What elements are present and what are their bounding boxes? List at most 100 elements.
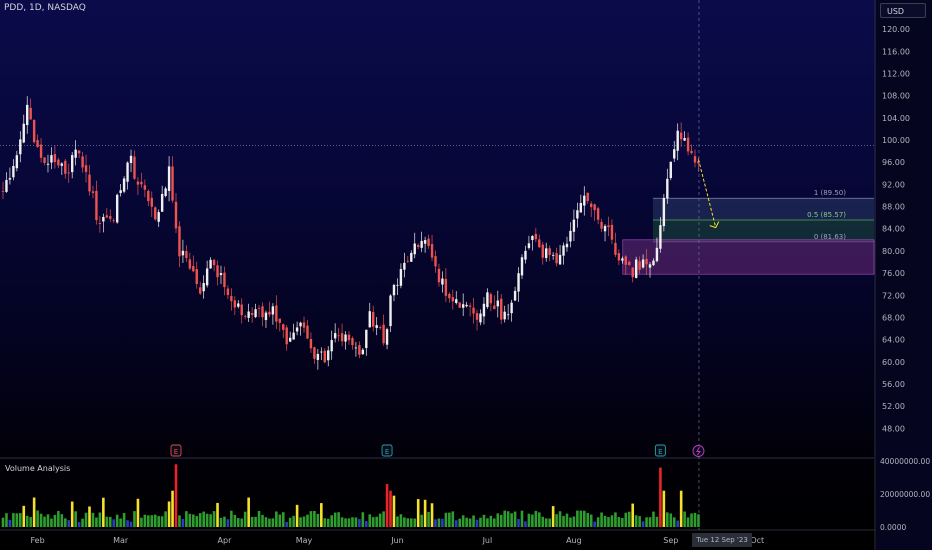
candle-body — [382, 324, 385, 344]
candle-body — [410, 252, 413, 262]
volume-bar — [185, 511, 188, 527]
candle-body — [157, 212, 160, 222]
candle-body — [437, 268, 441, 283]
volume-bar — [531, 514, 534, 527]
candle-body — [60, 163, 64, 166]
candle-body — [8, 178, 12, 180]
volume-bar — [46, 514, 50, 527]
price-chart[interactable]: 1 (89.50)0.5 (85.57)0 (81.63)120.00116.0… — [0, 0, 932, 550]
volume-bar — [43, 516, 46, 527]
candle-body — [617, 253, 621, 261]
volume-bar — [562, 515, 565, 527]
volume-bar — [399, 514, 403, 527]
volume-bar — [257, 510, 261, 527]
candle-body — [378, 327, 382, 328]
candle-body — [282, 324, 285, 330]
volume-bar — [340, 517, 344, 527]
volume-bar — [254, 516, 257, 527]
volume-bar — [389, 490, 392, 527]
volume-bar — [548, 518, 551, 527]
volume-indicator-title[interactable]: Volume Analysis — [5, 464, 70, 473]
chart-window[interactable]: 1 (89.50) 0.5 (85.57) 0 (81.63) 120.00 116.0… — [0, 0, 932, 550]
candle-body — [150, 197, 153, 207]
volume-bar — [690, 513, 693, 527]
currency-button[interactable]: USD — [880, 3, 926, 18]
volume-bar — [164, 511, 167, 527]
candle-body — [634, 259, 638, 278]
volume-bar — [551, 506, 555, 527]
volume-bar — [569, 517, 572, 527]
candle-body — [423, 240, 427, 244]
volume-bar — [160, 516, 164, 527]
volume-bar — [520, 510, 524, 527]
volume-tick-label: 20000000.00 — [880, 490, 930, 499]
volume-bar — [309, 511, 313, 527]
y-tick-label: 80.00 — [882, 247, 905, 256]
candle-body — [32, 120, 36, 143]
candle-body — [486, 292, 489, 308]
candle-body — [167, 166, 171, 191]
volume-bar — [448, 512, 451, 527]
earnings-badge-label: E — [658, 448, 662, 456]
event-badge[interactable] — [692, 445, 705, 457]
volume-bar — [371, 517, 375, 527]
candle-body — [593, 204, 596, 211]
volume-bar — [693, 512, 697, 527]
candle-body — [396, 284, 399, 286]
volume-bar — [614, 512, 617, 527]
candle-body — [250, 312, 254, 315]
candle-body — [538, 239, 541, 248]
candle-body — [247, 311, 250, 318]
candle-body — [102, 216, 105, 222]
volume-bar — [136, 498, 140, 527]
volume-bar — [676, 520, 679, 527]
volume-bar — [375, 516, 378, 527]
candle-body — [493, 305, 496, 310]
volume-bar — [621, 518, 624, 527]
y-tick-label: 88.00 — [882, 203, 905, 212]
volume-bar — [77, 522, 81, 527]
candle-body — [223, 272, 226, 288]
volume-bar — [326, 518, 330, 527]
candle-body — [524, 250, 527, 260]
volume-bar — [205, 513, 209, 527]
candle-body — [285, 327, 288, 345]
volume-bar — [57, 510, 60, 527]
candle-body — [257, 307, 261, 309]
volume-bar — [586, 512, 590, 527]
candle-body — [662, 198, 666, 227]
candle-body — [160, 193, 164, 212]
candle-body — [690, 150, 693, 154]
candle-body — [327, 350, 330, 361]
volume-bar — [454, 520, 458, 527]
volume-bar — [385, 484, 389, 527]
candle-body — [399, 269, 403, 286]
candle-body — [340, 333, 344, 342]
candle-body — [451, 297, 454, 302]
volume-bar — [430, 503, 434, 527]
volume-bar — [441, 518, 444, 527]
candle-body — [188, 259, 192, 269]
volume-bar — [333, 512, 337, 527]
volume-bar — [582, 510, 586, 527]
volume-bar — [63, 518, 67, 527]
volume-bar — [288, 517, 292, 527]
volume-bar — [320, 503, 323, 527]
volume-bar — [451, 511, 455, 527]
candle-body — [216, 265, 219, 278]
volume-bar — [337, 512, 340, 527]
candle-body — [448, 293, 451, 299]
volume-bar — [95, 517, 98, 527]
candle-body — [406, 260, 410, 262]
volume-bar — [427, 511, 430, 527]
volume-bar — [22, 505, 26, 527]
volume-bar — [167, 501, 171, 527]
volume-bar — [25, 515, 29, 527]
candle-body — [26, 104, 29, 126]
volume-bar — [493, 518, 496, 527]
candle-body — [586, 192, 589, 201]
candle-body — [368, 311, 371, 328]
volume-bar — [541, 516, 545, 527]
x-tick-label: Feb — [31, 536, 45, 545]
volume-bar — [489, 515, 493, 527]
